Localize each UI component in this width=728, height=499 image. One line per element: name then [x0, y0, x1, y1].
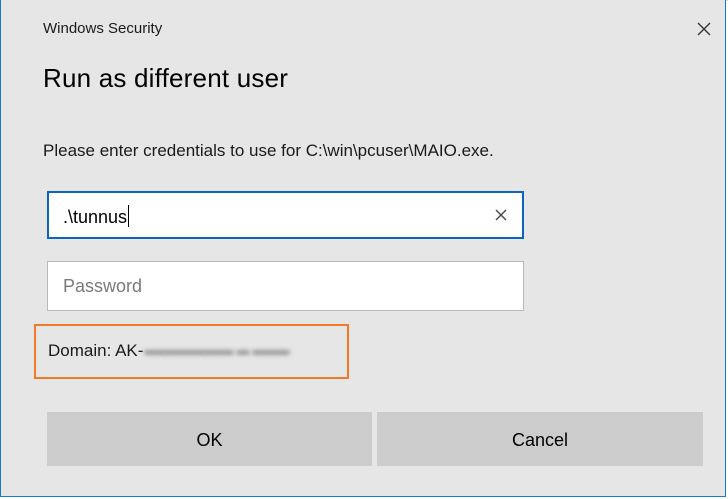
username-field[interactable]: .\tunnus [47, 191, 524, 239]
text-caret [128, 205, 130, 227]
clear-username-button[interactable] [492, 206, 510, 224]
ok-button[interactable]: OK [47, 412, 372, 466]
clear-x-icon [495, 209, 507, 221]
close-icon [697, 22, 711, 36]
username-value: .\tunnus [63, 207, 128, 227]
domain-highlight-box: Domain: AK- [34, 324, 349, 379]
redacted-domain-name [144, 342, 292, 360]
domain-line: Domain: AK- [48, 341, 292, 361]
window-caption: Windows Security [43, 20, 163, 37]
domain-label: Domain: AK- [48, 341, 144, 360]
close-button[interactable] [691, 16, 717, 42]
password-field[interactable] [48, 262, 523, 310]
cancel-button[interactable]: Cancel [377, 412, 703, 466]
username-value-wrap[interactable]: .\tunnus [63, 205, 130, 228]
credentials-prompt: Please enter credentials to use for C:\w… [43, 141, 494, 160]
password-field-box [47, 261, 524, 311]
dialog-title: Run as different user [43, 63, 289, 93]
windows-security-dialog: Windows Security Run as different user P… [0, 0, 726, 497]
